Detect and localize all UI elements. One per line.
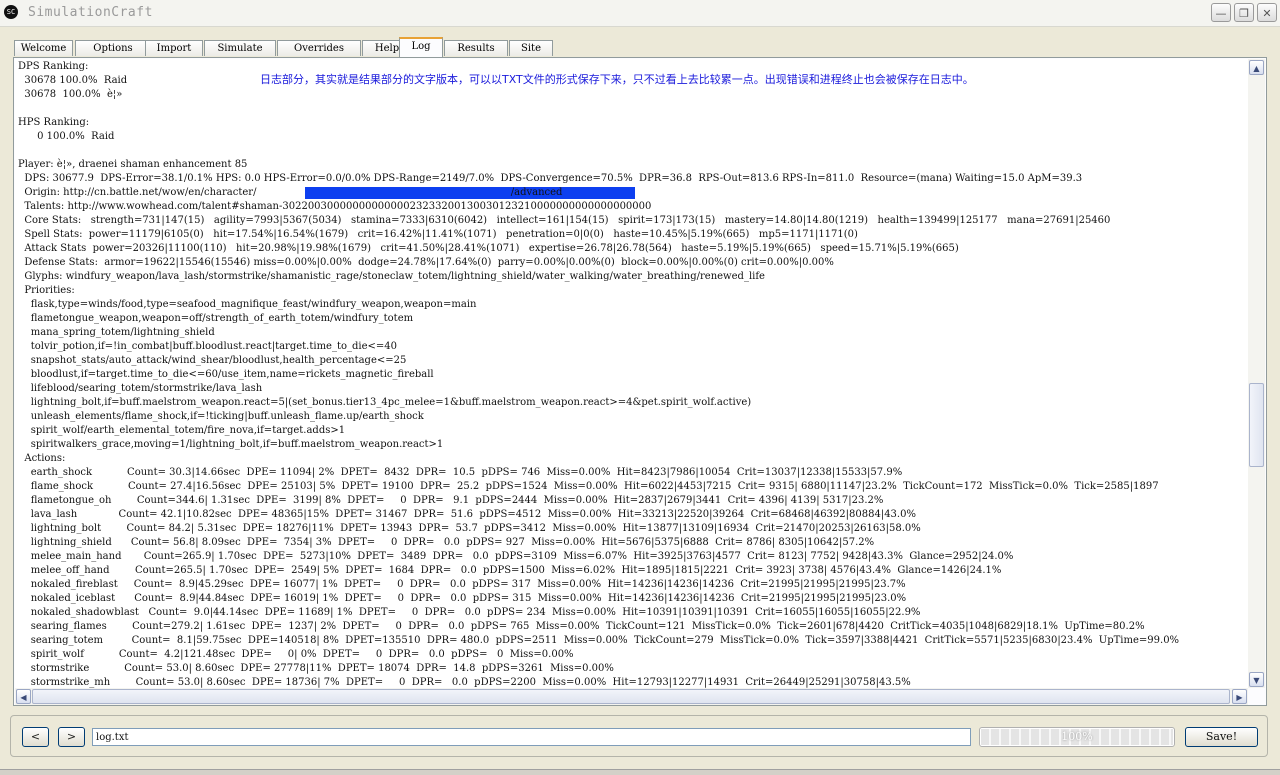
log-line: lightning_bolt Count= 84.2| 5.31sec DPE=… [18, 523, 921, 534]
log-line: searing_flames Count=279.2| 1.61sec DPE=… [18, 621, 1145, 632]
annotation-note: 日志部分，其实就是结果部分的文字版本，可以以TXT文件的形式保存下来，只不过看上… [260, 73, 974, 86]
filename-input[interactable]: log.txt [92, 728, 971, 746]
log-line: HPS Ranking: [18, 117, 90, 128]
log-line: Attack Stats power=20326|11100(110) hit=… [18, 243, 959, 254]
vertical-scrollbar[interactable]: ▲ ▼ [1248, 59, 1265, 688]
forward-button[interactable]: > [58, 727, 85, 747]
tab-simulate[interactable]: Simulate [204, 40, 276, 56]
log-line: 30678 100.0% Raid [18, 75, 128, 86]
tab-import[interactable]: Import [145, 40, 203, 56]
log-line: spiritwalkers_grace,moving=1/lightning_b… [18, 439, 444, 450]
horizontal-scroll-thumb[interactable] [32, 689, 1230, 704]
close-icon[interactable]: ✕ [1257, 3, 1277, 22]
log-line: spirit_wolf Count= 4.2|121.48sec DPE= 0|… [18, 649, 574, 660]
tab-site[interactable]: Site [509, 40, 553, 56]
log-text-area[interactable]: 日志部分，其实就是结果部分的文字版本，可以以TXT文件的形式保存下来，只不过看上… [15, 59, 1248, 688]
log-line: 0 100.0% Raid [18, 131, 115, 142]
log-line: unleash_elements/flame_shock,if=!ticking… [18, 411, 424, 422]
log-line: nokaled_iceblast Count= 8.9|44.84sec DPE… [18, 593, 907, 604]
log-line: flametongue_weapon,weapon=off/strength_o… [18, 313, 414, 324]
save-button[interactable]: Save! [1185, 727, 1258, 747]
log-line: DPS Ranking: [18, 61, 89, 72]
progress-bar: 100% [979, 727, 1175, 747]
log-line: Spell Stats: power=11179|6105(0) hit=17.… [18, 229, 858, 240]
log-line: lightning_bolt,if=buff.maelstrom_weapon.… [18, 397, 752, 408]
log-line: spirit_wolf/earth_elemental_totem/fire_n… [18, 425, 346, 436]
log-line: bloodlust,if=target.time_to_die<=60/use_… [18, 369, 434, 380]
log-line: tolvir_potion,if=!in_combat|buff.bloodlu… [18, 341, 398, 352]
minimize-icon[interactable]: — [1211, 3, 1231, 22]
log-line: mana_spring_totem/lightning_shield [18, 327, 215, 338]
log-line: stormstrike_mh Count= 53.0| 8.60sec DPE=… [18, 677, 911, 688]
log-line: flask,type=winds/food,type=seafood_magni… [18, 299, 477, 310]
log-line: Origin: http://cn.battle.net/wow/en/char… [18, 187, 563, 198]
log-line: DPS: 30677.9 DPS-Error=38.1/0.1% HPS: 0.… [18, 173, 1083, 184]
log-line: Defense Stats: armor=19622|15546(15546) … [18, 257, 834, 268]
scroll-right-icon[interactable]: ▶ [1232, 689, 1247, 704]
log-line: nokaled_fireblast Count= 8.9|45.29sec DP… [18, 579, 906, 590]
log-line: melee_main_hand Count=265.9| 1.70sec DPE… [18, 551, 1014, 562]
vertical-scroll-thumb[interactable] [1249, 383, 1264, 467]
tab-log[interactable]: Log [399, 37, 443, 57]
log-line: flame_shock Count= 27.4|16.56sec DPE= 25… [18, 481, 1159, 492]
window-title: SimulationCraft [28, 5, 153, 20]
log-line: searing_totem Count= 8.1|59.75sec DPE=14… [18, 635, 1180, 646]
app-logo-icon: SC [4, 5, 18, 19]
tab-welcome[interactable]: Welcome [14, 40, 73, 56]
maximize-icon[interactable]: ❐ [1234, 3, 1254, 22]
title-bar: SC SimulationCraft — ❐ ✕ [0, 0, 1280, 27]
tab-overrides[interactable]: Overrides [277, 40, 361, 56]
log-line: stormstrike Count= 53.0| 8.60sec DPE= 27… [18, 663, 614, 674]
log-line: 30678 100.0% è¦» [18, 89, 123, 100]
back-button[interactable]: < [22, 727, 49, 747]
log-line: nokaled_shadowblast Count= 9.0|44.14sec … [18, 607, 921, 618]
log-line: Actions: [18, 453, 66, 464]
log-line: lava_lash Count= 42.1|10.82sec DPE= 4836… [18, 509, 916, 520]
tab-results[interactable]: Results [444, 40, 508, 56]
taskbar-strip [0, 769, 1280, 775]
log-line: Player: è¦», draenei shaman enhancement … [18, 159, 248, 170]
log-line: Talents: http://www.wowhead.com/talent#s… [18, 201, 652, 212]
scroll-left-icon[interactable]: ◀ [16, 689, 31, 704]
progress-label: 100% [1061, 730, 1093, 743]
scroll-up-icon[interactable]: ▲ [1249, 60, 1264, 75]
log-line: Glyphs: windfury_weapon/lava_lash/storms… [18, 271, 765, 282]
log-line: lifeblood/searing_totem/stormstrike/lava… [18, 383, 263, 394]
log-line: snapshot_stats/auto_attack/wind_shear/bl… [18, 355, 407, 366]
log-line: melee_off_hand Count=265.5| 1.70sec DPE=… [18, 565, 1002, 576]
tab-options[interactable]: Options [75, 40, 151, 56]
log-line: Priorities: [18, 285, 75, 296]
log-line: earth_shock Count= 30.3|14.66sec DPE= 11… [18, 467, 903, 478]
log-line: flametongue_oh Count=344.6| 1.31sec DPE=… [18, 495, 884, 506]
scroll-down-icon[interactable]: ▼ [1249, 672, 1264, 687]
log-line: lightning_shield Count= 56.8| 8.09sec DP… [18, 537, 875, 548]
horizontal-scrollbar[interactable]: ◀ ▶ [15, 688, 1248, 705]
log-line: Core Stats: strength=731|147(15) agility… [18, 215, 1111, 226]
